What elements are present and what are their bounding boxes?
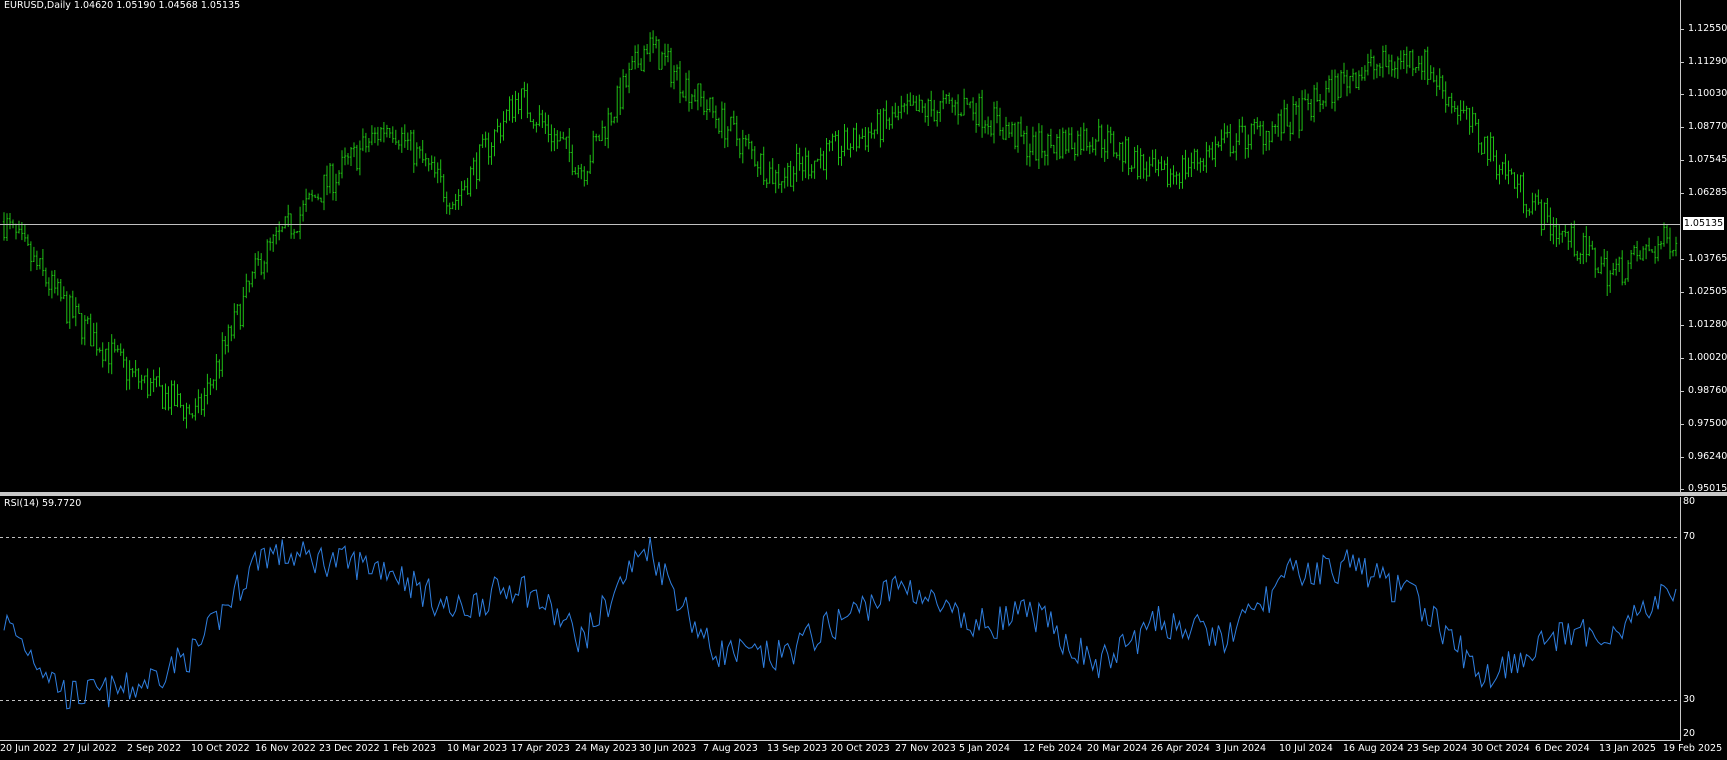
date-tick: 3 Jun 2024 bbox=[1215, 743, 1267, 754]
price-tick: 0.96240 bbox=[1688, 451, 1727, 462]
price-tick: 1.12550 bbox=[1688, 23, 1727, 34]
price-tick: 1.06285 bbox=[1688, 187, 1727, 198]
date-tick: 20 Mar 2024 bbox=[1087, 743, 1148, 754]
date-tick: 20 Oct 2023 bbox=[831, 743, 890, 754]
date-tick: 6 Dec 2024 bbox=[1535, 743, 1590, 754]
date-tick: 5 Jan 2024 bbox=[959, 743, 1010, 754]
date-tick: 30 Oct 2024 bbox=[1471, 743, 1530, 754]
price-tick: 1.11290 bbox=[1688, 56, 1727, 67]
price-tick: 1.10030 bbox=[1688, 88, 1727, 99]
date-tick: 19 Feb 2025 bbox=[1663, 743, 1723, 754]
price-tick: 0.98760 bbox=[1688, 385, 1727, 396]
chart-header-symbol: EURUSD,Daily 1.04620 1.05190 1.04568 1.0… bbox=[4, 0, 241, 11]
date-tick: 20 Jun 2022 bbox=[0, 743, 58, 754]
current-price-marker: 1.05135 bbox=[1683, 217, 1724, 230]
date-tick: 24 May 2023 bbox=[575, 743, 637, 754]
price-tick: 0.95015 bbox=[1688, 483, 1727, 494]
price-tick: 1.08770 bbox=[1688, 121, 1727, 132]
pane-separator[interactable] bbox=[0, 492, 1727, 496]
date-tick: 10 Oct 2022 bbox=[191, 743, 250, 754]
price-tick: 1.01280 bbox=[1688, 319, 1727, 330]
chart-canvas[interactable] bbox=[0, 0, 1727, 760]
date-tick: 13 Jan 2025 bbox=[1599, 743, 1656, 754]
date-tick: 27 Jul 2022 bbox=[63, 743, 117, 754]
date-tick: 17 Apr 2023 bbox=[511, 743, 570, 754]
rsi-tick: 20 bbox=[1683, 728, 1696, 739]
date-tick: 27 Nov 2023 bbox=[895, 743, 956, 754]
date-tick: 23 Dec 2022 bbox=[319, 743, 380, 754]
price-tick: 1.00020 bbox=[1688, 352, 1727, 363]
date-tick: 1 Feb 2023 bbox=[383, 743, 437, 754]
date-tick: 10 Jul 2024 bbox=[1279, 743, 1333, 754]
date-tick: 16 Aug 2024 bbox=[1343, 743, 1404, 754]
date-tick: 13 Sep 2023 bbox=[767, 743, 828, 754]
price-tick: 1.03765 bbox=[1688, 253, 1727, 264]
date-tick: 23 Sep 2024 bbox=[1407, 743, 1468, 754]
price-tick: 0.97500 bbox=[1688, 418, 1727, 429]
rsi-tick: 70 bbox=[1683, 531, 1696, 542]
date-tick: 30 Jun 2023 bbox=[639, 743, 697, 754]
date-tick: 12 Feb 2024 bbox=[1023, 743, 1083, 754]
date-tick: 16 Nov 2022 bbox=[255, 743, 316, 754]
rsi-tick: 80 bbox=[1683, 496, 1696, 507]
price-tick: 1.02505 bbox=[1688, 286, 1727, 297]
date-tick: 2 Sep 2022 bbox=[127, 743, 182, 754]
price-tick: 1.07545 bbox=[1688, 154, 1727, 165]
date-tick: 7 Aug 2023 bbox=[703, 743, 758, 754]
date-tick: 10 Mar 2023 bbox=[447, 743, 508, 754]
rsi-tick: 30 bbox=[1683, 694, 1696, 705]
rsi-header-label: RSI(14) 59.7720 bbox=[4, 498, 82, 509]
date-tick: 26 Apr 2024 bbox=[1151, 743, 1210, 754]
